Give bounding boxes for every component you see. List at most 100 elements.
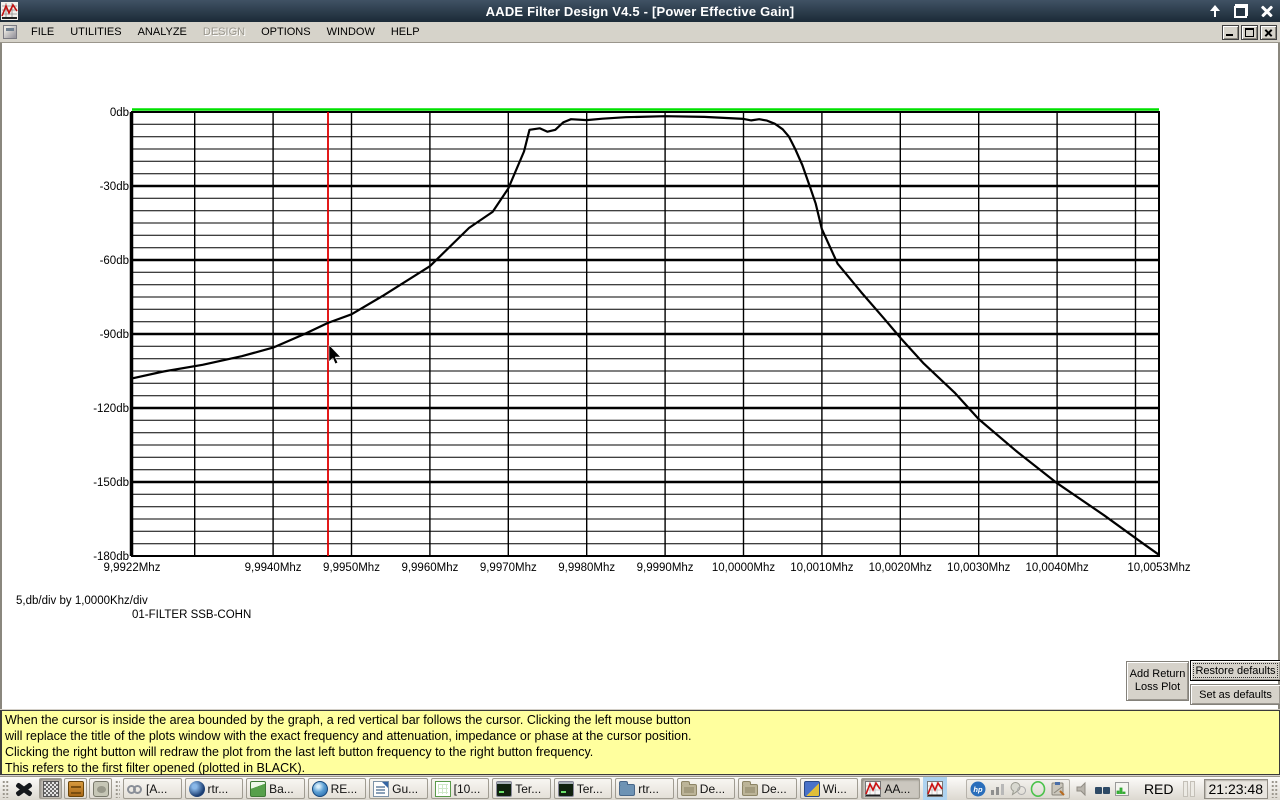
mdi-minimize-button[interactable]: [1222, 25, 1239, 40]
taskbar-window-11[interactable]: De...: [738, 778, 797, 799]
signal-icon[interactable]: [990, 781, 1006, 797]
x-tick-label: 10,0000Mhz: [712, 562, 776, 574]
clock[interactable]: 21:23:48: [1203, 778, 1268, 799]
titlebar-controls: [1208, 0, 1274, 22]
taskbar-window-label: De...: [699, 781, 726, 796]
folder-blue-icon: [619, 781, 636, 796]
squares-icon[interactable]: [1094, 781, 1111, 797]
x-tick-label: 10,0030Mhz: [947, 562, 1011, 574]
window-button-list: [A... rtr... Ba... RE... Gu... [10... Ter... Te…: [123, 778, 920, 799]
speaker-icon[interactable]: [1075, 781, 1091, 797]
mdi-close-button[interactable]: [1260, 25, 1277, 40]
taskbar-window-8[interactable]: Ter...: [553, 778, 613, 799]
help-line: When the cursor is inside the area bound…: [5, 713, 691, 727]
system-tray-group: hp: [965, 778, 1070, 799]
window-manager-logo-icon[interactable]: [16, 781, 32, 797]
taskbar-window-1[interactable]: [A...: [123, 778, 182, 799]
terminal-icon: [557, 780, 574, 797]
x-tick-label: 9,9940Mhz: [245, 562, 302, 574]
taskbar-window-label: AA...: [884, 781, 911, 796]
x-tick-label: 9,9970Mhz: [480, 562, 537, 574]
x-tick-label: 10,0040Mhz: [1025, 562, 1089, 574]
hp-icon[interactable]: hp: [970, 781, 986, 797]
taskbar-window-9[interactable]: rtr...: [615, 778, 674, 799]
menu-item-options[interactable]: OPTIONS: [253, 23, 319, 41]
menu-item-file[interactable]: FILE: [23, 23, 62, 41]
taskbar-window-13[interactable]: AA...: [861, 778, 920, 799]
launcher-drawer-button[interactable]: [64, 778, 87, 799]
folder-tan-icon: [742, 781, 759, 796]
menu-item-window[interactable]: WINDOW: [319, 23, 383, 41]
oval-icon[interactable]: [1030, 780, 1046, 797]
taskbar-window-10[interactable]: De...: [676, 778, 736, 799]
window-title: AADE Filter Design V4.5 - [Power Effecti…: [485, 3, 795, 19]
taskbar-window-label: [A...: [146, 781, 168, 796]
x-tick-label: 10,0020Mhz: [869, 562, 933, 574]
menu-item-utilities[interactable]: UTILITIES: [62, 23, 129, 41]
restore-window-button[interactable]: [1234, 4, 1248, 18]
help-line: will replace the title of the plots wind…: [5, 729, 692, 743]
y-tick-label: -120db: [93, 403, 129, 415]
x-tick-label: 10,0010Mhz: [790, 562, 854, 574]
menu-item-help[interactable]: HELP: [383, 23, 428, 41]
menu-item-design: DESIGN: [202, 26, 246, 38]
taskbar-window-2[interactable]: rtr...: [184, 778, 244, 799]
x-tick-label: 10,0053Mhz: [1127, 562, 1191, 574]
x-tick-label: 9,9990Mhz: [637, 562, 694, 574]
help-text-box: When the cursor is inside the area bound…: [0, 710, 1280, 775]
panel-grip-small[interactable]: [115, 779, 120, 798]
scale-note: 5,db/div by 1,0000Khz/div: [16, 595, 148, 607]
mouse-cursor: [328, 344, 342, 365]
chat-icon[interactable]: [1010, 781, 1026, 797]
launcher-dither-button[interactable]: [39, 778, 62, 799]
restore-defaults-button[interactable]: Restore defaults: [1190, 660, 1280, 681]
aade-icon: [926, 780, 943, 797]
taskbar-window-label: Gu...: [392, 781, 419, 796]
child-window-icon[interactable]: [3, 25, 17, 39]
launcher-desktop-button[interactable]: [89, 778, 112, 799]
aade-icon: [865, 780, 882, 797]
cpugraph-icon[interactable]: [1114, 781, 1131, 797]
help-line: This refers to the first filter opened (…: [5, 761, 306, 775]
shade-button[interactable]: [1208, 4, 1222, 18]
titlebar: AADE Filter Design V4.5 - [Power Effecti…: [0, 0, 1280, 22]
taskbar-window-5[interactable]: Gu...: [369, 778, 428, 799]
set-as-defaults-button[interactable]: Set as defaults: [1190, 684, 1280, 705]
panel-grip[interactable]: [2, 779, 9, 798]
wine-icon: [803, 780, 820, 797]
system-tray-extra: [1073, 781, 1133, 797]
taskbar-window-label: rtr...: [207, 781, 229, 796]
tray-highlighted-app[interactable]: [922, 776, 947, 800]
taskbar-window-3[interactable]: Ba...: [246, 778, 305, 799]
orbit-icon: [188, 780, 205, 797]
taskbar-window-label: Ter...: [515, 781, 542, 796]
taskbar-window-label: RE...: [330, 781, 358, 796]
taskbar-window-7[interactable]: Ter...: [492, 778, 551, 799]
clipboard-icon[interactable]: [1050, 781, 1066, 797]
status-label: RED: [1143, 780, 1174, 797]
y-tick-label: 0db: [110, 107, 129, 119]
drawer-icon: [67, 780, 84, 797]
folder-tan-icon: [680, 781, 697, 796]
taskbar-window-6[interactable]: [10...: [430, 778, 490, 799]
menu-item-analyze[interactable]: ANALYZE: [130, 23, 195, 41]
desktop-screen: AADE Filter Design V4.5 - [Power Effecti…: [0, 0, 1280, 800]
close-window-button[interactable]: [1260, 4, 1274, 18]
add-return-loss-button[interactable]: Add Return Loss Plot: [1126, 661, 1189, 701]
workspace-pager[interactable]: [1182, 780, 1195, 797]
taskbar-window-4[interactable]: RE...: [307, 778, 367, 799]
help-line: Clicking the right button will redraw th…: [5, 745, 594, 759]
desktop-icon: [92, 780, 109, 797]
mdi-window-controls: [1222, 25, 1277, 40]
mdi-restore-button[interactable]: [1241, 25, 1258, 40]
taskbar-window-12[interactable]: Wi...: [799, 778, 859, 799]
globe-icon: [311, 780, 328, 797]
calc-icon: [434, 780, 451, 797]
terminal-icon: [496, 780, 513, 797]
taskbar-window-label: rtr...: [638, 781, 659, 796]
y-tick-label: -90db: [100, 329, 129, 341]
gain-curve: [131, 115, 1160, 556]
panel-grip-right[interactable]: [1271, 779, 1278, 798]
dither-icon: [42, 780, 59, 797]
y-tick-label: -30db: [100, 181, 129, 193]
